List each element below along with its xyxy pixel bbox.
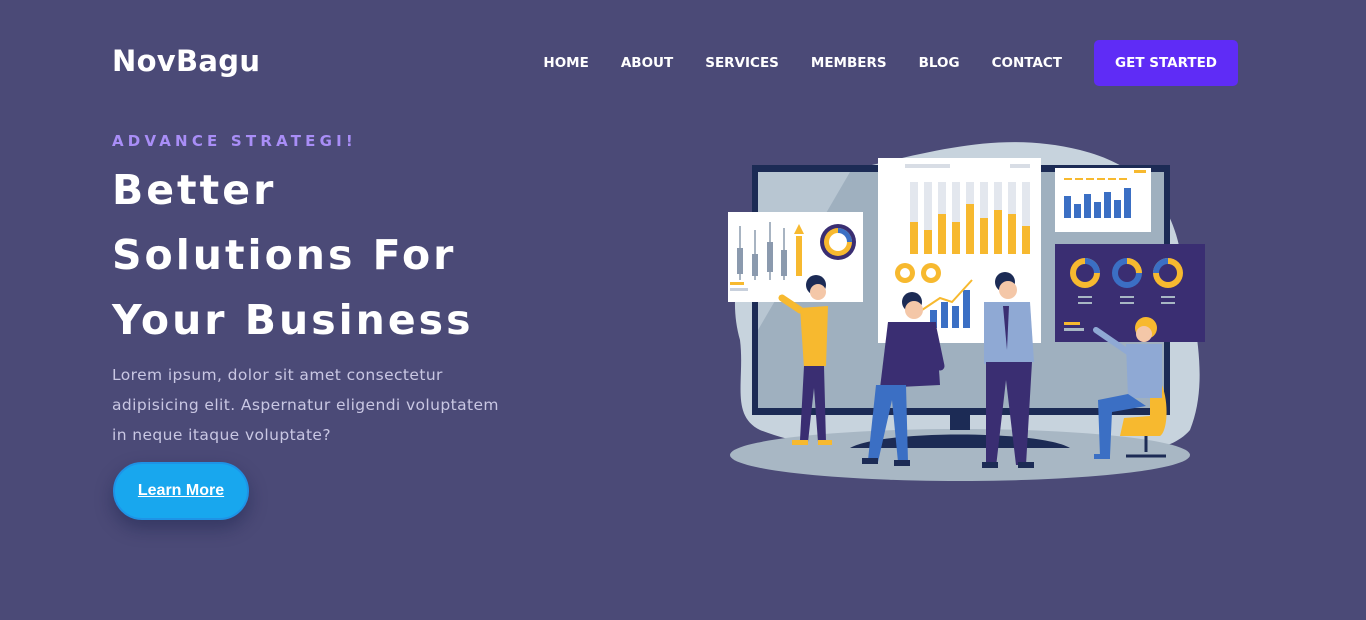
nav-services[interactable]: SERVICES <box>705 40 779 86</box>
page: NovBagu HOME ABOUT SERVICES MEMBERS BLOG… <box>0 0 1366 620</box>
hero-eyebrow: ADVANCE STRATEGI! <box>112 132 357 150</box>
get-started-button[interactable]: GET STARTED <box>1094 40 1238 86</box>
hero-title: Better Solutions For Your Business <box>112 158 552 353</box>
business-analytics-illustration <box>728 142 1205 481</box>
main-nav: HOME ABOUT SERVICES MEMBERS BLOG CONTACT… <box>511 40 1238 86</box>
candlestick-panel <box>728 212 863 302</box>
hero-title-line: Better <box>112 166 277 214</box>
nav-blog[interactable]: BLOG <box>919 40 960 86</box>
mini-bar-chart-panel <box>1055 168 1151 232</box>
nav-members[interactable]: MEMBERS <box>811 40 887 86</box>
hero-description: Lorem ipsum, dolor sit amet consectetur … <box>112 366 499 444</box>
learn-more-button[interactable]: Learn More <box>113 462 249 520</box>
hero-title-line: Solutions For <box>112 231 457 279</box>
nav-home[interactable]: HOME <box>543 40 588 86</box>
brand-logo[interactable]: NovBagu <box>112 44 260 78</box>
nav-contact[interactable]: CONTACT <box>992 40 1062 86</box>
nav-about[interactable]: ABOUT <box>621 40 673 86</box>
donut-chart-panel <box>1055 244 1205 342</box>
hero-title-line: Your Business <box>112 296 474 344</box>
